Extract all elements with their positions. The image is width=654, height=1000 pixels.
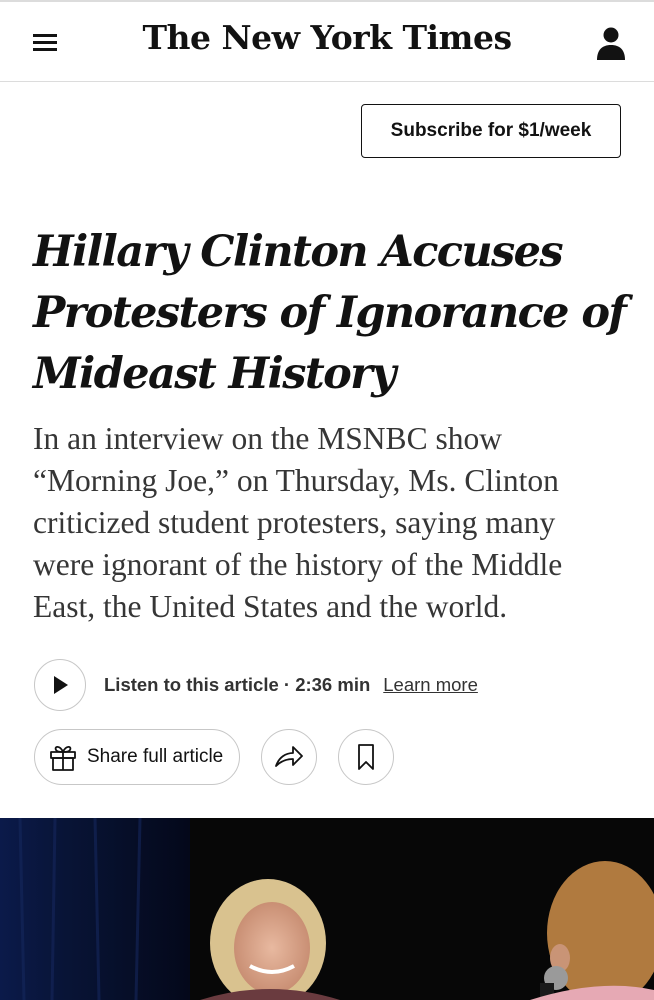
audio-player: Listen to this article · 2:36 min Learn … <box>34 658 478 712</box>
listen-label: Listen to this article · 2:36 min <box>104 674 371 695</box>
share-tools: Share full article <box>34 729 394 785</box>
article-summary: In an interview on the MSNBC show “Morni… <box>33 421 563 624</box>
play-icon <box>54 676 68 694</box>
share-arrow-icon <box>275 746 303 767</box>
share-full-article-button[interactable]: Share full article <box>34 729 240 785</box>
gift-icon <box>50 745 76 771</box>
share-full-article-label: Share full article <box>87 746 224 767</box>
save-bookmark-button[interactable] <box>338 729 394 785</box>
bookmark-icon <box>358 744 374 770</box>
article-lead-photo <box>0 818 654 1000</box>
site-logo[interactable]: The New York Times <box>0 18 654 57</box>
subscribe-button[interactable]: Subscribe for $1/week <box>361 104 621 158</box>
play-button[interactable] <box>34 659 86 711</box>
site-header: The New York Times <box>0 2 654 82</box>
user-account-icon[interactable] <box>596 26 626 62</box>
article-headline: Hillary Clinton Accuses Protesters of Ig… <box>33 227 627 399</box>
learn-more-link[interactable]: Learn more <box>383 674 478 696</box>
share-button[interactable] <box>261 729 317 785</box>
